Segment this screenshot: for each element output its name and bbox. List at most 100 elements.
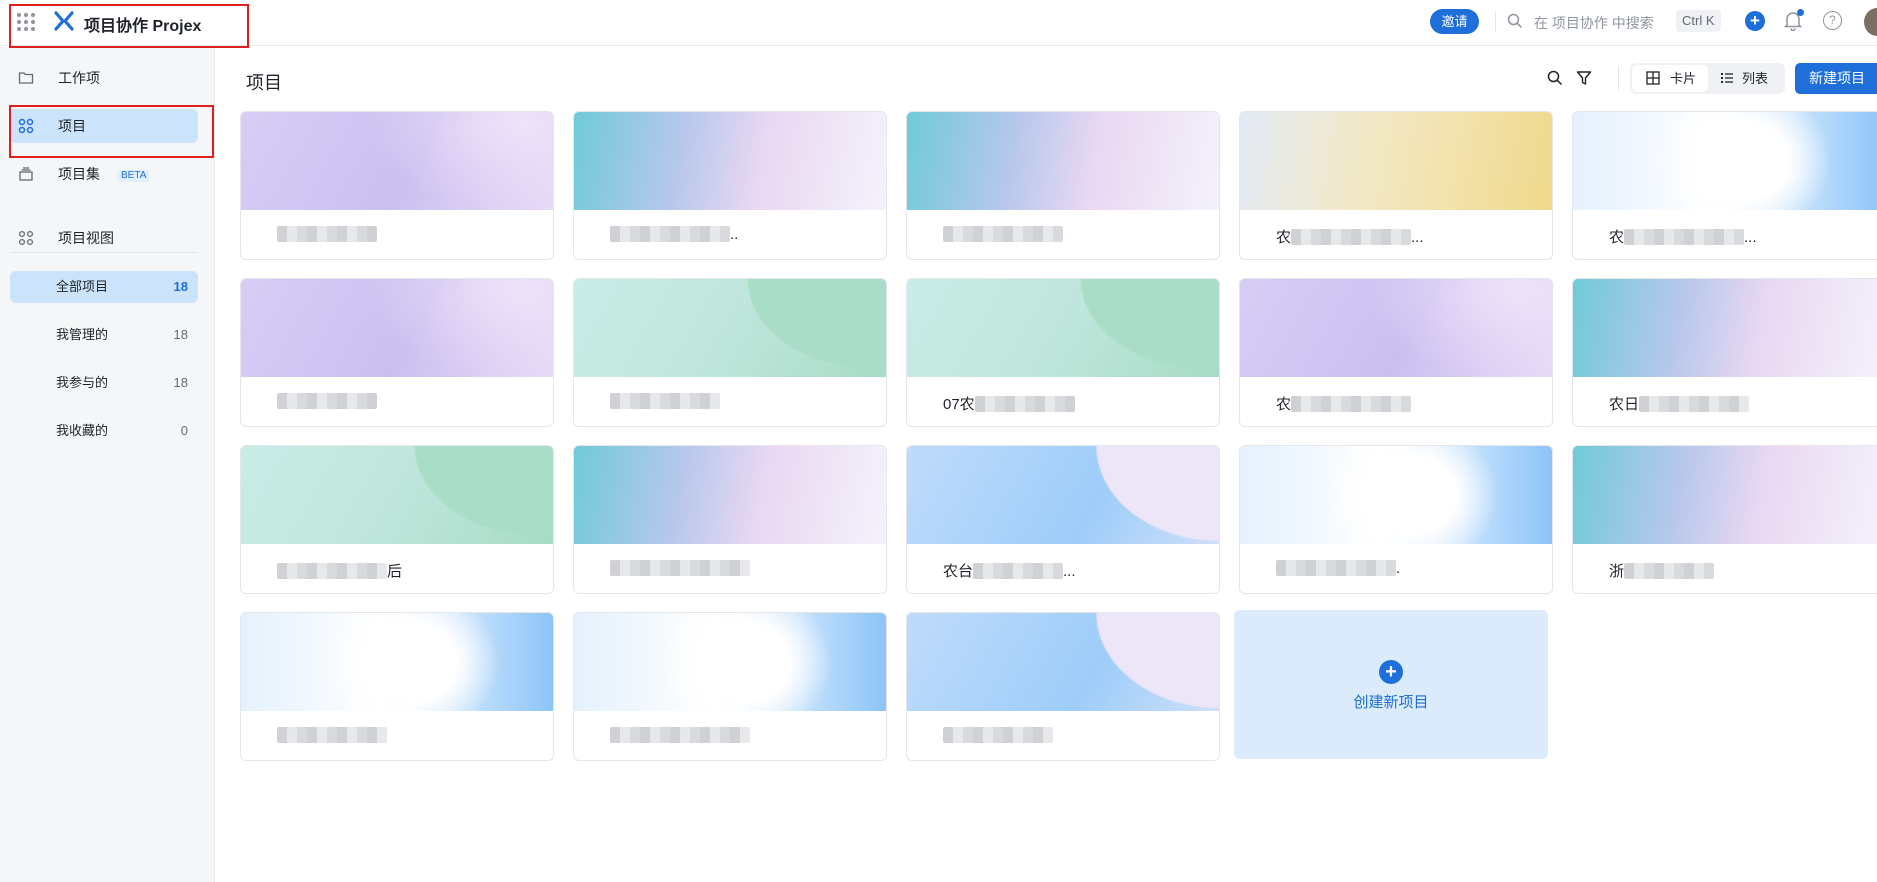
project-cover-image (241, 446, 553, 544)
view-all-projects[interactable]: 全部项目 18 (10, 271, 198, 303)
project-name-suffix: .. (730, 226, 739, 243)
new-project-button[interactable]: 新建项目 (1795, 63, 1877, 94)
project-name-prefix: 浙 (1609, 563, 1625, 580)
project-cover-image (907, 613, 1219, 711)
project-card[interactable]: 后 (240, 445, 554, 594)
redacted-text (1639, 396, 1750, 412)
card-view-button[interactable]: 卡片 (1632, 65, 1708, 92)
project-cover-image (574, 613, 886, 711)
view-favorites[interactable]: 我收藏的 0 (10, 415, 198, 447)
project-name (943, 727, 1053, 744)
help-icon[interactable]: ? (1823, 11, 1842, 30)
project-name: .. (610, 226, 738, 243)
project-name-prefix: 农日 (1609, 396, 1640, 413)
folder-icon (18, 72, 34, 84)
project-cover-image (241, 279, 553, 377)
project-name: 农台... (943, 560, 1076, 581)
project-cover-image (574, 446, 886, 544)
project-name: 农... (1609, 226, 1757, 247)
project-name (610, 727, 750, 744)
invite-button[interactable]: 邀请 (1430, 9, 1479, 34)
redacted-text (277, 393, 377, 409)
project-name-prefix: 农 (1609, 229, 1625, 246)
create-project-card[interactable]: + 创建新项目 (1234, 610, 1548, 759)
redacted-text (277, 727, 387, 743)
redacted-text (1276, 560, 1396, 576)
project-cover-image (1240, 446, 1552, 544)
redacted-text (277, 563, 387, 579)
sidebar-item-project-views[interactable]: 项目视图 (10, 221, 198, 255)
sidebar-item-label: 项目集 (58, 166, 100, 182)
redacted-text (1291, 229, 1412, 245)
project-card[interactable]: 浙 (1572, 445, 1877, 594)
view-label: 我管理的 (56, 327, 109, 342)
project-card[interactable]: .. (573, 111, 887, 260)
create-icon[interactable]: + (1745, 11, 1765, 31)
project-name (610, 560, 750, 577)
search-shortcut-badge: Ctrl K (1676, 10, 1721, 32)
search-icon[interactable] (1547, 70, 1563, 86)
view-toggle: 卡片 列表 (1630, 63, 1785, 94)
project-card[interactable]: . (1239, 445, 1553, 594)
project-cover-image (1573, 112, 1877, 210)
project-name-prefix: 07农 (943, 396, 975, 413)
view-participating[interactable]: 我参与的 18 (10, 367, 198, 399)
stack-icon (19, 167, 33, 181)
project-cover-image (907, 446, 1219, 544)
annotation-box (9, 105, 214, 158)
project-card[interactable] (906, 111, 1220, 260)
project-card[interactable]: 农 (1239, 278, 1553, 427)
project-name-suffix: 后 (387, 563, 403, 580)
project-card[interactable]: 农... (1572, 111, 1877, 260)
redacted-text (610, 226, 730, 242)
redacted-text (1624, 229, 1745, 245)
project-card[interactable] (573, 612, 887, 761)
page-title: 项目 (246, 73, 282, 93)
project-card[interactable] (240, 278, 554, 427)
project-cover-image (1240, 279, 1552, 377)
top-bar: 项目协作 Projex 邀请 在 项目协作 中搜索 Ctrl K + ? (0, 0, 1877, 46)
avatar[interactable] (1864, 8, 1877, 36)
project-card[interactable] (906, 612, 1220, 761)
project-card[interactable]: 农台... (906, 445, 1220, 594)
divider (1495, 12, 1496, 32)
project-name: 浙 (1609, 560, 1715, 581)
view-label: 全部项目 (56, 279, 109, 294)
redacted-text (973, 563, 1064, 579)
sidebar-item-work-items[interactable]: 工作项 (10, 61, 198, 95)
project-card[interactable] (573, 445, 887, 594)
notification-dot (1797, 9, 1804, 16)
project-name: 后 (277, 560, 402, 581)
project-card[interactable]: 07农 (906, 278, 1220, 427)
project-name: 农... (1276, 226, 1424, 247)
project-card[interactable]: 农... (1239, 111, 1553, 260)
view-managed-by-me[interactable]: 我管理的 18 (10, 319, 198, 351)
redacted-text (943, 727, 1053, 743)
divider (1618, 66, 1619, 90)
view-count: 18 (173, 375, 188, 390)
redacted-text (610, 727, 750, 743)
project-card[interactable] (573, 278, 887, 427)
sidebar-item-program[interactable]: 项目集 BETA (10, 157, 198, 191)
sidebar-item-label: 工作项 (58, 70, 100, 86)
project-card[interactable] (240, 612, 554, 761)
view-count: 18 (173, 279, 188, 294)
project-name-suffix: ... (1063, 563, 1076, 580)
project-name (277, 393, 377, 410)
project-cover-image (907, 279, 1219, 377)
project-name-prefix: 农 (1276, 229, 1292, 246)
project-name (943, 226, 1063, 243)
project-card[interactable] (240, 111, 554, 260)
project-cover-image (574, 112, 886, 210)
search-icon[interactable] (1507, 13, 1523, 29)
filter-icon[interactable] (1576, 70, 1592, 86)
sidebar: 工作项 项目 项目集 BETA 项目视图 全部项目 18 我管理的 18 我参与… (0, 47, 215, 882)
global-search-input[interactable]: 在 项目协作 中搜索 (1534, 13, 1654, 33)
redacted-text (610, 393, 720, 409)
project-name: 07农 (943, 393, 1075, 414)
project-cover-image (574, 279, 886, 377)
project-name-suffix: ... (1411, 229, 1424, 246)
list-view-button[interactable]: 列表 (1708, 65, 1783, 92)
view-count: 18 (173, 327, 188, 342)
project-card[interactable]: 农日 (1572, 278, 1877, 427)
